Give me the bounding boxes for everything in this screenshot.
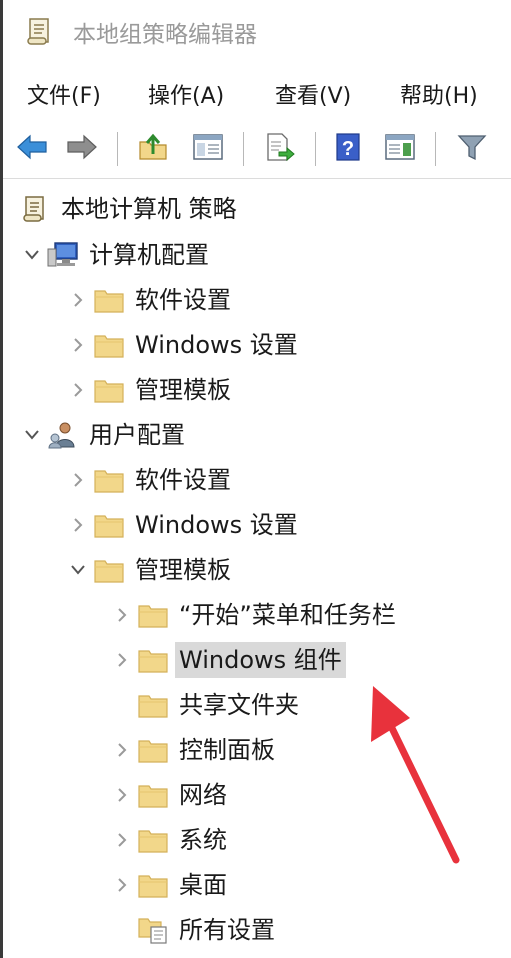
all-settings-icon — [135, 914, 171, 946]
tree-label: 本地计算机 策略 — [61, 195, 237, 223]
tree-item-user-software-settings[interactable]: 软件设置 — [65, 459, 235, 501]
folder-icon — [91, 509, 127, 541]
chevron-right-icon[interactable] — [65, 459, 91, 501]
folder-icon — [135, 824, 171, 856]
properties-pane-button[interactable] — [381, 130, 419, 168]
tree-item-network[interactable]: 网络 — [109, 774, 231, 816]
tree-item-computer-windows-settings[interactable]: Windows 设置 — [65, 324, 302, 366]
help-button[interactable]: ? — [330, 130, 368, 168]
show-hide-tree-icon — [192, 132, 224, 166]
tree-item-computer-admin-templates[interactable]: 管理模板 — [65, 369, 235, 411]
tree-item-computer-software-settings[interactable]: 软件设置 — [65, 279, 235, 321]
toolbar: ? — [3, 120, 511, 179]
folder-icon — [135, 779, 171, 811]
back-icon — [16, 133, 48, 165]
toolbar-separator — [117, 132, 118, 166]
policy-scroll-icon — [17, 193, 53, 225]
tree-label: 系统 — [179, 826, 227, 854]
back-button[interactable] — [13, 130, 51, 168]
chevron-down-icon[interactable] — [19, 414, 45, 456]
filter-icon — [457, 132, 487, 166]
tree-label: 用户配置 — [89, 421, 185, 449]
chevron-right-icon[interactable] — [109, 639, 135, 681]
tree-item-start-menu-taskbar[interactable]: “开始”菜单和任务栏 — [109, 594, 400, 636]
tree-root[interactable]: 本地计算机 策略 — [17, 188, 241, 230]
svg-text:?: ? — [342, 138, 354, 160]
tree-item-desktop[interactable]: 桌面 — [109, 864, 231, 906]
tree-label: 桌面 — [179, 871, 227, 899]
computer-icon — [45, 239, 81, 271]
help-icon: ? — [334, 132, 364, 166]
menu-file[interactable]: 文件(F) — [27, 78, 101, 110]
policy-tree: 本地计算机 策略 计算机配置 软件设置 Windows 设置 管理模板 用户配置… — [3, 180, 511, 958]
tree-item-shared-folders[interactable]: 共享文件夹 — [109, 684, 303, 726]
menu-help[interactable]: 帮助(H) — [400, 78, 478, 110]
toolbar-separator — [435, 132, 436, 166]
chevron-right-icon[interactable] — [109, 774, 135, 816]
chevron-right-icon[interactable] — [109, 864, 135, 906]
folder-icon — [91, 284, 127, 316]
forward-button[interactable] — [63, 130, 101, 168]
tree-label: 管理模板 — [135, 376, 231, 404]
policy-scroll-icon — [25, 16, 55, 50]
menu-view[interactable]: 查看(V) — [275, 78, 351, 110]
tree-item-all-settings[interactable]: 所有设置 — [109, 909, 279, 951]
folder-icon — [135, 734, 171, 766]
chevron-right-icon[interactable] — [65, 504, 91, 546]
tree-label: 所有设置 — [179, 916, 275, 944]
forward-icon — [66, 133, 98, 165]
properties-pane-icon — [384, 132, 416, 166]
filter-button[interactable] — [453, 130, 491, 168]
tree-label: 控制面板 — [179, 736, 275, 764]
window-title: 本地组策略编辑器 — [73, 22, 257, 48]
tree-label-selected: Windows 组件 — [175, 642, 346, 678]
tree-label: “开始”菜单和任务栏 — [179, 601, 396, 629]
export-list-button[interactable] — [260, 130, 298, 168]
tree-label: 共享文件夹 — [179, 691, 299, 719]
chevron-right-icon[interactable] — [109, 819, 135, 861]
folder-icon — [91, 554, 127, 586]
folder-icon — [135, 644, 171, 676]
folder-icon — [91, 374, 127, 406]
toolbar-separator — [315, 132, 316, 166]
tree-item-computer-config[interactable]: 计算机配置 — [19, 234, 213, 276]
tree-label: Windows 设置 — [135, 511, 298, 539]
chevron-right-icon[interactable] — [109, 729, 135, 771]
chevron-right-icon[interactable] — [65, 279, 91, 321]
tree-label: 网络 — [179, 781, 227, 809]
tree-item-windows-components[interactable]: Windows 组件 — [109, 639, 346, 681]
chevron-down-icon[interactable] — [65, 549, 91, 591]
folder-icon — [135, 689, 171, 721]
tree-label: 管理模板 — [135, 556, 231, 584]
menu-bar: 文件(F) 操作(A) 查看(V) 帮助(H) — [3, 62, 511, 118]
toolbar-separator — [243, 132, 244, 166]
tree-item-user-admin-templates[interactable]: 管理模板 — [65, 549, 235, 591]
up-folder-button[interactable] — [134, 130, 172, 168]
title-bar: 本地组策略编辑器 — [3, 0, 511, 62]
folder-icon — [91, 464, 127, 496]
user-icon — [45, 419, 81, 451]
chevron-down-icon[interactable] — [19, 234, 45, 276]
menu-action[interactable]: 操作(A) — [148, 78, 224, 110]
tree-label: 软件设置 — [135, 286, 231, 314]
chevron-right-icon[interactable] — [109, 594, 135, 636]
folder-icon — [91, 329, 127, 361]
tree-item-user-windows-settings[interactable]: Windows 设置 — [65, 504, 302, 546]
tree-label: Windows 设置 — [135, 331, 298, 359]
tree-item-control-panel[interactable]: 控制面板 — [109, 729, 279, 771]
folder-icon — [135, 599, 171, 631]
tree-label: 软件设置 — [135, 466, 231, 494]
chevron-right-icon[interactable] — [65, 324, 91, 366]
up-folder-icon — [137, 132, 169, 166]
tree-label: 计算机配置 — [89, 241, 209, 269]
chevron-right-icon[interactable] — [65, 369, 91, 411]
show-hide-tree-button[interactable] — [189, 130, 227, 168]
tree-item-system[interactable]: 系统 — [109, 819, 231, 861]
export-list-icon — [263, 132, 295, 166]
folder-icon — [135, 869, 171, 901]
tree-item-user-config[interactable]: 用户配置 — [19, 414, 189, 456]
